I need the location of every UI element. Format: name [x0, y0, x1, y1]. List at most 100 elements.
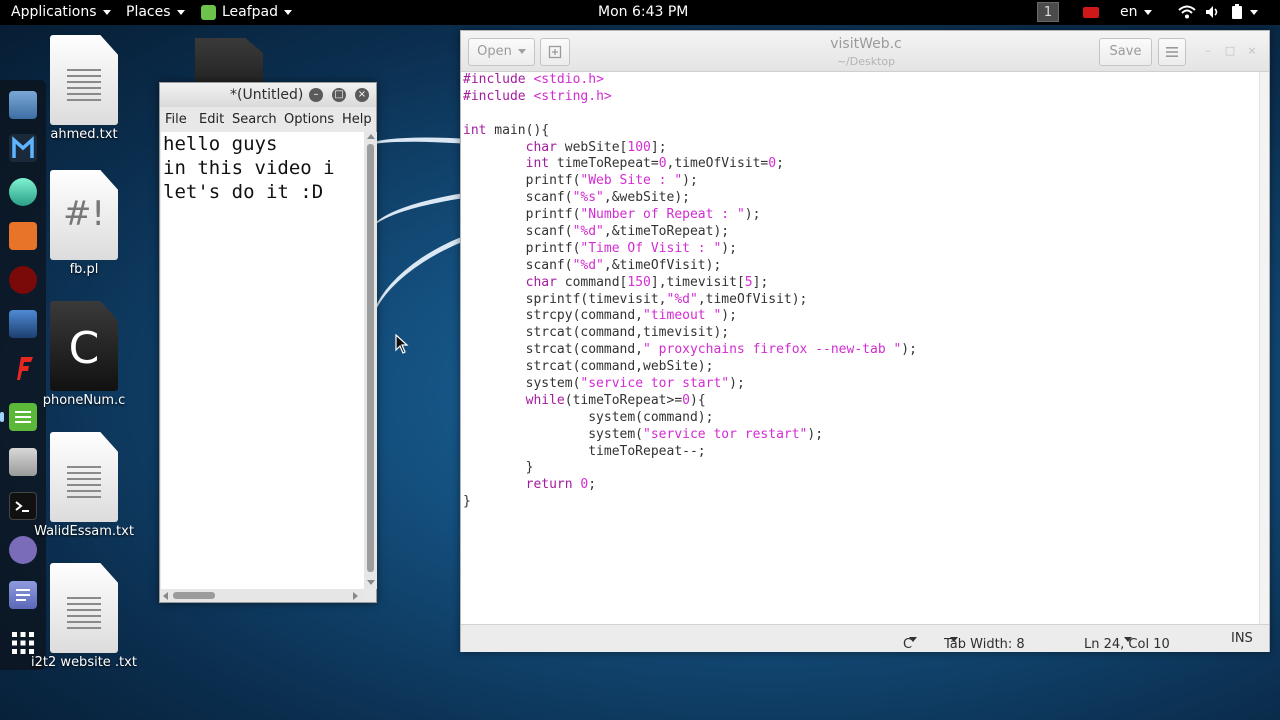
desktop-file-phonenum[interactable]: C phoneNum.c: [29, 301, 139, 408]
code-line: strcat(command," proxychains firefox --n…: [463, 342, 1253, 359]
places-label: Places: [126, 4, 171, 20]
desktop-file-fb[interactable]: #! fb.pl: [29, 170, 139, 277]
code-keyword: int: [463, 122, 487, 138]
leafpad-text-area[interactable]: hello guys in this video i let's do it :…: [161, 132, 364, 589]
menu-edit[interactable]: Edit: [199, 112, 224, 127]
scroll-down-icon[interactable]: [367, 580, 375, 585]
leafpad-app-menu[interactable]: Leafpad: [201, 0, 293, 25]
language-label: en: [1120, 4, 1138, 20]
top-panel: Applications Places Leafpad Mon 6:43 PM …: [0, 0, 1280, 25]
text-file-icon: [50, 35, 118, 125]
code-text: );: [901, 342, 917, 358]
code-line: while(timeToRepeat>=0){: [463, 393, 1253, 410]
wifi-icon[interactable]: [1178, 0, 1196, 25]
code-literal: 100: [627, 139, 651, 155]
code-line: scanf("%s",&webSite);: [463, 190, 1253, 207]
editor-scrollbar[interactable]: [1259, 72, 1269, 624]
file-label: WalidEssam.txt: [34, 524, 134, 539]
menu-icon: [1166, 46, 1178, 57]
desktop-file-i2t2[interactable]: i2t2 website .txt: [29, 563, 139, 670]
insert-mode[interactable]: INS: [1231, 631, 1253, 646]
workspace-switcher[interactable]: 1: [1037, 0, 1059, 25]
text-file-icon: [50, 563, 118, 653]
chevron-down-icon: [950, 637, 958, 642]
volume-icon[interactable]: [1205, 0, 1221, 25]
code-keyword: #include: [463, 72, 534, 87]
code-literal: "Time Of Visit : ": [580, 240, 722, 256]
text-line: let's do it :D: [163, 181, 324, 203]
desktop-file-walidessam[interactable]: WalidEssam.txt: [29, 432, 139, 539]
save-button[interactable]: Save: [1099, 38, 1152, 66]
desktop-file-ahmed[interactable]: ahmed.txt: [29, 35, 139, 142]
hidden-desktop-file-icon[interactable]: [195, 38, 263, 88]
code-text: );: [721, 240, 737, 256]
power-menu[interactable]: [1230, 0, 1258, 25]
code-line: timeToRepeat--;: [463, 444, 1253, 461]
code-text: system(: [463, 426, 644, 442]
code-literal: "timeout ": [643, 308, 722, 324]
code-text: printf(: [463, 173, 581, 189]
code-text: );: [744, 207, 761, 223]
code-literal: "Web Site : ": [580, 173, 683, 189]
language-selector[interactable]: en: [1120, 0, 1152, 25]
hamburger-menu-button[interactable]: [1158, 38, 1186, 66]
code-text: strcat(command,: [463, 342, 644, 358]
maximize-icon[interactable]: □: [1224, 45, 1236, 57]
c-glyph: C: [68, 323, 100, 374]
chevron-down-icon: [102, 9, 111, 15]
close-icon[interactable]: ×: [1246, 45, 1258, 57]
code-text: strcat(command,timevisit);: [463, 325, 730, 341]
horizontal-scrollbar[interactable]: [161, 589, 364, 602]
close-icon[interactable]: ×: [355, 88, 369, 102]
clock[interactable]: Mon 6:43 PM: [598, 0, 688, 25]
code-text: command[: [556, 274, 628, 290]
vertical-scrollbar[interactable]: [364, 132, 377, 589]
menu-help[interactable]: Help: [342, 112, 372, 127]
minimize-icon[interactable]: –: [309, 88, 323, 102]
code-literal: 150: [627, 274, 651, 290]
chevron-down-icon: [517, 49, 526, 54]
scroll-right-icon[interactable]: [353, 592, 358, 600]
status-bar: C Tab Width: 8 Ln 24, Col 10 INS: [461, 624, 1269, 652]
maximize-icon[interactable]: □: [332, 88, 346, 102]
places-menu[interactable]: Places: [126, 0, 185, 25]
code-line: strcat(command,webSite);: [463, 359, 1253, 376]
code-text: strcat(command,webSite);: [463, 359, 714, 375]
code-line: printf("Number of Repeat : ");: [463, 207, 1253, 224]
code-literal: "%d": [572, 224, 604, 240]
red-indicator-icon[interactable]: [1083, 0, 1099, 25]
scroll-left-icon[interactable]: [163, 592, 168, 600]
horizontal-scroll-thumb[interactable]: [173, 592, 215, 599]
leafpad-icon: [201, 4, 216, 20]
leafpad-label: Leafpad: [222, 4, 279, 20]
menu-options[interactable]: Options: [284, 112, 334, 127]
chevron-down-icon: [1250, 9, 1258, 15]
gedit-headerbar[interactable]: Open visitWeb.c ~/Desktop Save – □ ×: [461, 31, 1269, 72]
code-line: scanf("%d",&timeOfVisit);: [463, 258, 1253, 275]
code-text: printf(: [463, 240, 581, 256]
code-editor[interactable]: #include <stdio.h> #include <string.h> in…: [463, 72, 1253, 624]
open-button[interactable]: Open: [468, 38, 535, 66]
active-indicator: [0, 412, 4, 422]
leafpad-titlebar[interactable]: *(Untitled) – □ ×: [160, 83, 376, 107]
code-text: ],timevisit[: [650, 274, 745, 290]
minimize-icon[interactable]: –: [1202, 45, 1214, 57]
code-text: );: [721, 308, 737, 324]
scroll-up-icon[interactable]: [367, 134, 375, 139]
menu-search[interactable]: Search: [232, 112, 277, 127]
text-line: hello guys: [163, 133, 278, 155]
code-text: }: [463, 460, 534, 476]
menu-file[interactable]: File: [165, 112, 187, 127]
new-tab-button[interactable]: [540, 38, 570, 66]
vertical-scroll-thumb[interactable]: [367, 144, 374, 572]
pidgin-icon[interactable]: [9, 536, 37, 564]
applications-menu[interactable]: Applications: [11, 0, 111, 25]
code-text: ,&timeToRepeat);: [603, 224, 730, 240]
code-text: );: [729, 376, 745, 392]
file-label: ahmed.txt: [50, 127, 118, 142]
code-text: system(command);: [463, 409, 714, 425]
code-line: #include <stdio.h>: [463, 72, 1253, 89]
file-label: i2t2 website .txt: [31, 655, 137, 670]
